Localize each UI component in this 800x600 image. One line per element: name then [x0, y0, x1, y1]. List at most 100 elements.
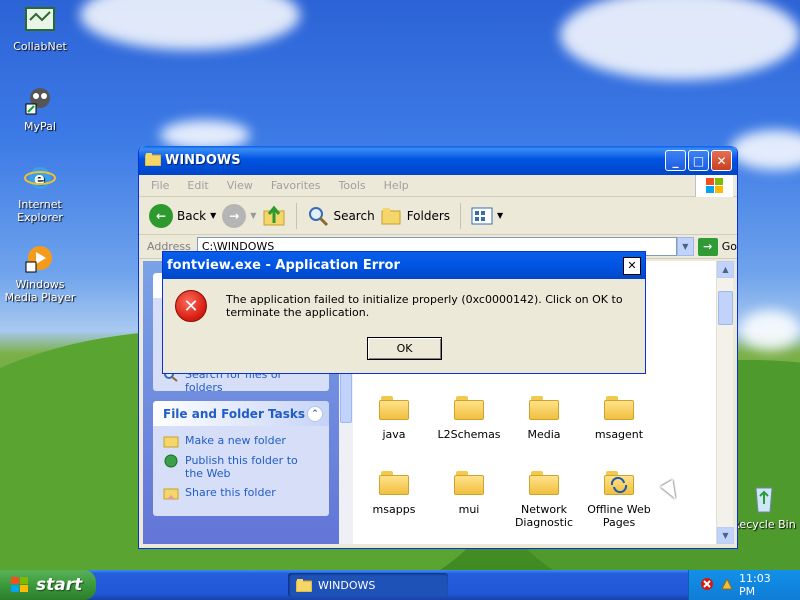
network-icon[interactable]: [719, 576, 735, 595]
task-publish-folder[interactable]: Publish this folder to the Web: [163, 454, 319, 480]
dialog-close-button[interactable]: ✕: [623, 256, 641, 275]
scrollbar-thumb[interactable]: [718, 291, 733, 325]
folder-icon: [454, 471, 484, 495]
dropdown-arrow-icon: ▼: [210, 211, 217, 220]
folders-button[interactable]: Folders: [381, 206, 450, 226]
toolbar-separator: [460, 202, 462, 229]
media-player-icon: [24, 242, 56, 274]
cloud: [730, 130, 800, 170]
dialog-message: The application failed to initialize pro…: [226, 293, 623, 319]
folder-label: msapps: [372, 503, 416, 516]
desktop-icon-mypal[interactable]: MyPal: [0, 84, 80, 133]
go-label: Go: [721, 240, 737, 253]
minimize-button[interactable]: _: [665, 150, 686, 171]
up-folder-button[interactable]: [262, 205, 286, 227]
forward-button[interactable]: → ▼: [222, 203, 257, 228]
desktop-icon-label: Recycle Bin: [732, 518, 796, 531]
back-label: Back: [177, 208, 207, 223]
desktop-icon-label: Internet Explorer: [17, 198, 63, 224]
publish-web-icon: [164, 454, 178, 468]
dropdown-arrow-icon: ▼: [250, 211, 257, 220]
maximize-button[interactable]: □: [688, 150, 709, 171]
folder-label: msagent: [594, 428, 644, 441]
views-icon: [471, 207, 493, 224]
folders-icon: [381, 207, 401, 224]
close-button[interactable]: ✕: [711, 150, 732, 171]
windows-logo-icon: [11, 577, 28, 592]
file-folder-tasks-panel: File and Folder Tasks ⌃ Make a new folde…: [153, 401, 329, 516]
recycle-bin-icon: [748, 482, 780, 514]
system-tray: 11:03 PM: [688, 570, 800, 600]
up-folder-icon: [263, 205, 285, 225]
security-alert-icon[interactable]: [699, 576, 715, 595]
scrollbar-thumb[interactable]: [340, 373, 352, 423]
ok-button[interactable]: OK: [367, 337, 442, 360]
folder-item[interactable]: msagent: [579, 396, 659, 441]
task-share-folder[interactable]: Share this folder: [163, 486, 319, 500]
scroll-down-button[interactable]: ▼: [717, 527, 734, 544]
folder-icon: [529, 396, 559, 420]
folder-label: Offline Web Pages: [587, 503, 651, 529]
folder-label: Network Diagnostic: [514, 503, 574, 529]
panel-title: File and Folder Tasks: [163, 406, 306, 421]
search-label: Search: [333, 208, 375, 223]
menu-file[interactable]: File: [151, 179, 169, 192]
go-button[interactable]: → Go: [697, 237, 737, 256]
folder-label: mui: [458, 503, 480, 516]
scroll-up-button[interactable]: ▲: [717, 261, 734, 278]
folder-icon: [379, 396, 409, 420]
desktop-icon-media-player[interactable]: Windows Media Player: [0, 242, 80, 304]
folder-item[interactable]: mui: [429, 471, 509, 516]
search-button[interactable]: Search: [307, 205, 375, 227]
folder-item[interactable]: msapps: [354, 471, 434, 516]
menu-view[interactable]: View: [227, 179, 253, 192]
share-folder-icon: [163, 488, 179, 500]
folder-item[interactable]: Media: [504, 396, 584, 441]
menu-edit[interactable]: Edit: [187, 179, 208, 192]
folder-item[interactable]: java: [354, 396, 434, 441]
taskbar-window-button[interactable]: WINDOWS: [288, 573, 448, 597]
window-titlebar[interactable]: WINDOWS _ □ ✕: [139, 146, 737, 175]
folder-icon: [529, 471, 559, 495]
cloud: [560, 0, 800, 80]
dialog-titlebar[interactable]: fontview.exe - Application Error ✕: [163, 252, 645, 279]
folder-label: L2Schemas: [437, 428, 501, 441]
internet-explorer-icon: e: [24, 162, 56, 194]
desktop-icon-internet-explorer[interactable]: e Internet Explorer: [0, 162, 80, 224]
menu-tools[interactable]: Tools: [339, 179, 366, 192]
folder-item[interactable]: Network Diagnostic: [504, 471, 584, 529]
folder-label: java: [382, 428, 406, 441]
clock[interactable]: 11:03 PM: [739, 572, 790, 598]
views-button[interactable]: ▼: [471, 207, 503, 225]
folder-icon: [379, 471, 409, 495]
toolbar-separator: [296, 202, 298, 229]
back-button[interactable]: ← Back ▼: [149, 203, 217, 228]
address-dropdown-button[interactable]: ▼: [676, 237, 694, 256]
dropdown-arrow-icon: ▼: [497, 211, 504, 220]
error-dialog: fontview.exe - Application Error ✕ ✕ The…: [162, 251, 646, 374]
folder-icon: [454, 396, 484, 420]
desktop-icon-collabnet[interactable]: CollabNet: [0, 4, 80, 53]
desktop-icon-label: Windows Media Player: [4, 278, 76, 304]
windows-logo-icon: [695, 175, 733, 197]
folder-item[interactable]: Offline Web Pages: [579, 471, 659, 529]
task-label: Make a new folder: [185, 434, 286, 447]
menu-favorites[interactable]: Favorites: [271, 179, 321, 192]
cloud: [80, 0, 300, 50]
back-arrow-icon: ←: [149, 203, 173, 228]
folder-item[interactable]: L2Schemas: [429, 396, 509, 441]
vertical-scrollbar[interactable]: ▲ ▼: [716, 261, 734, 544]
task-make-new-folder[interactable]: Make a new folder: [163, 434, 319, 448]
folder-icon: [296, 579, 312, 592]
collabnet-icon: [24, 4, 56, 36]
offline-web-pages-icon: [604, 471, 634, 495]
mypal-icon: [24, 84, 56, 116]
menu-help[interactable]: Help: [384, 179, 409, 192]
desktop-icon-label: MyPal: [24, 120, 56, 133]
collapse-chevron-icon[interactable]: ⌃: [307, 405, 323, 422]
panel-header[interactable]: File and Folder Tasks ⌃: [153, 401, 329, 426]
start-button[interactable]: start: [0, 570, 96, 600]
new-folder-icon: [163, 436, 179, 448]
folder-label: Media: [527, 428, 561, 441]
toolbar: ← Back ▼ → ▼ Search Folders ▼: [139, 197, 737, 235]
